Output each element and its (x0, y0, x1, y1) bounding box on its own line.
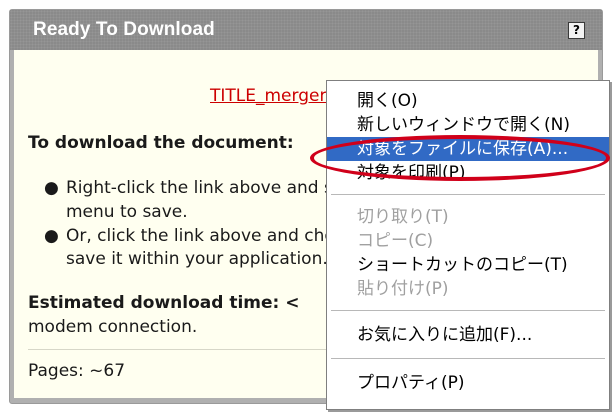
menu-item-copy[interactable]: コピー(C) (327, 229, 609, 253)
list-item-continuation: save it within your application. (66, 249, 328, 269)
menu-item-paste[interactable]: 貼り付け(P) (327, 277, 609, 301)
list-item-continuation: menu to save. (66, 202, 188, 222)
menu-item-copy-shortcut[interactable]: ショートカットのコピー(T) (327, 253, 609, 277)
menu-item-print-target[interactable]: 対象を印刷(P) (327, 161, 609, 185)
bullet-icon: ● (44, 226, 59, 246)
estimated-download-time-label: Estimated download time: < (28, 293, 300, 313)
menu-item-cut[interactable]: 切り取り(T) (327, 205, 609, 229)
page-count: Pages: ~67 (28, 361, 126, 381)
panel-header: Ready To Download ? (10, 10, 602, 50)
menu-separator (331, 194, 605, 195)
panel-title: Ready To Download (33, 19, 215, 40)
screenshot-stage: Ready To Download ? TITLE_mergers.doc To… (0, 0, 613, 414)
menu-item-save-target-as[interactable]: 対象をファイルに保存(A)... (327, 137, 609, 161)
download-instructions-heading: To download the document: (28, 133, 294, 153)
menu-item-open[interactable]: 開く(O) (327, 89, 609, 113)
menu-item-open-new-window[interactable]: 新しいウィンドウで開く(N) (327, 113, 609, 137)
context-menu: 開く(O) 新しいウィンドウで開く(N) 対象をファイルに保存(A)... 対象… (326, 80, 610, 410)
bullet-2-line-2: save it within your application. (66, 249, 328, 269)
menu-separator (331, 358, 605, 359)
estimated-download-time-detail: modem connection. (28, 317, 198, 337)
bullet-1-line-2: menu to save. (66, 202, 188, 222)
menu-separator (331, 310, 605, 311)
help-icon[interactable]: ? (568, 22, 585, 39)
menu-item-add-to-favorites[interactable]: お気に入りに追加(F)... (327, 323, 609, 347)
menu-item-properties[interactable]: プロパティ(P) (327, 371, 609, 395)
bullet-icon: ● (44, 178, 59, 198)
